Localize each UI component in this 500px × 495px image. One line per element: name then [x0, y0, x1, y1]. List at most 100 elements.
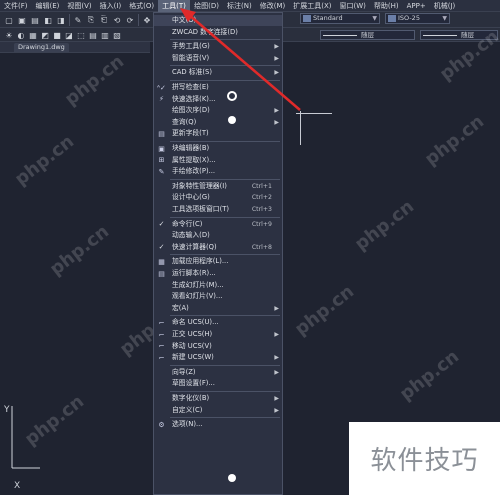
tools-menu-item[interactable]: CAD 标准(S) ▶ — [154, 67, 282, 78]
toolbar-button-icon[interactable]: ✎ — [73, 15, 83, 25]
chevron-down-icon: ▼ — [372, 15, 377, 22]
ucs-ortho-icon: ⌐ — [158, 330, 165, 339]
menu-item[interactable]: 格式(O) — [125, 0, 158, 12]
tools-menu-item[interactable]: ⌐ 正交 UCS(H) ▶ — [154, 329, 282, 340]
toolbar-button-icon[interactable]: ▢ — [4, 15, 14, 25]
layer-toolbar-button-icon[interactable]: ▥ — [100, 30, 110, 40]
tools-menu-item[interactable]: 工具选项板窗口(T) Ctrl+3 — [154, 204, 282, 215]
menu-bar: 文件(F) 编辑(E) 视图(V) 插入(I) 格式(O) 工具(T) 绘图(D) 标注(N)… — [0, 0, 500, 12]
tools-menu-item[interactable]: ✓ 命令行(C) Ctrl+9 — [154, 219, 282, 230]
toolbar-button-icon[interactable]: ⟳ — [125, 15, 135, 25]
layer-toolbar-button-icon[interactable]: ◐ — [16, 30, 26, 40]
tools-menu-item[interactable]: ⌐ 命名 UCS(U)... — [154, 317, 282, 328]
tools-menu-item[interactable]: ✓ 快速计算器(Q) Ctrl+8 — [154, 242, 282, 253]
toolbar-button-icon[interactable]: ✥ — [142, 15, 152, 25]
attribute-extract-icon: ⊞ — [158, 156, 165, 165]
tools-menu-item-label: 拼写检查(E) — [172, 83, 209, 91]
tools-menu-item-shortcut: Ctrl+2 — [251, 194, 272, 202]
menu-item[interactable]: 工具(T) — [158, 0, 191, 12]
toolbar-button-icon[interactable]: ▣ — [17, 15, 27, 25]
layer-toolbar-button-icon[interactable]: ■ — [52, 30, 62, 40]
file-tab[interactable]: Drawing1.dwg — [14, 43, 69, 52]
submenu-arrow-icon: ▶ — [274, 354, 279, 362]
menu-item[interactable]: 标注(N) — [223, 0, 256, 12]
menu-separator — [170, 417, 280, 419]
tools-menu-item[interactable]: ⊞ 属性提取(X)... — [154, 155, 282, 166]
menu-separator — [170, 80, 280, 81]
menu-separator — [170, 141, 280, 142]
tools-menu-item[interactable]: 生成幻灯片(M)... — [154, 280, 282, 291]
linetype-combo[interactable]: 随层 — [320, 30, 415, 40]
toolbar-button-icon[interactable]: ⟲ — [112, 15, 122, 25]
ucs-move-icon: ⌐ — [158, 342, 165, 351]
tools-menu-item-label: 运行脚本(R)... — [172, 269, 216, 277]
toolbar-button-icon[interactable]: ⎘ — [86, 15, 96, 25]
tools-menu-item[interactable]: ⚡ 快速选择(K)... — [154, 94, 282, 105]
layer-toolbar-button-icon[interactable]: ▦ — [28, 30, 38, 40]
tools-menu-item[interactable]: 宏(A) ▶ — [154, 303, 282, 314]
tools-menu-item-label: 工具选项板窗口(T) — [172, 205, 230, 213]
tools-menu-item[interactable]: ▤ 更新字段(T) — [154, 128, 282, 139]
layer-toolbar-button-icon[interactable]: ☀ — [4, 30, 14, 40]
tools-menu-item[interactable]: 动态输入(D) — [154, 230, 282, 241]
linetype-preview — [323, 34, 357, 36]
tools-menu-item[interactable]: ▦ 加载应用程序(L)... — [154, 256, 282, 267]
tools-menu-item-shortcut: Ctrl+8 — [251, 243, 272, 251]
text-style-combo[interactable]: Standard ▼ — [300, 13, 380, 24]
tools-menu-item[interactable]: 手势工具(G) ▶ — [154, 41, 282, 52]
tools-menu-item[interactable]: 草图设置(F)... — [154, 378, 282, 389]
menu-item[interactable]: 扩展工具(X) — [289, 0, 335, 12]
layer-toolbar-button-icon[interactable]: ▤ — [88, 30, 98, 40]
tools-menu-item-label: 加载应用程序(L)... — [172, 257, 229, 266]
menu-separator — [170, 254, 280, 256]
menu-item[interactable]: APP+ — [403, 0, 430, 12]
menu-item[interactable]: 视图(V) — [63, 0, 95, 12]
tools-menu-item[interactable]: 向导(Z) ▶ — [154, 367, 282, 378]
menu-item[interactable]: 窗口(W) — [336, 0, 370, 12]
layer-toolbar-button-icon[interactable]: ⬚ — [76, 30, 86, 40]
tools-menu-item[interactable]: 设计中心(G) Ctrl+2 — [154, 192, 282, 203]
tools-menu-item[interactable]: 对象特性管理器(I) Ctrl+1 — [154, 181, 282, 192]
menu-item[interactable]: 修改(M) — [256, 0, 290, 12]
layer-toolbar-button-icon[interactable]: ▧ — [112, 30, 122, 40]
tools-menu-item[interactable]: 绘图次序(D) ▶ — [154, 105, 282, 116]
crosshair-vertical — [300, 111, 301, 145]
tools-menu-item[interactable]: ⚙ 选项(N)... — [154, 419, 282, 430]
menu-item[interactable]: 机械(J) — [430, 0, 460, 12]
brand-logo: 软件技巧 — [349, 422, 500, 495]
toolbar-button-icon[interactable]: ◨ — [56, 15, 66, 25]
tools-menu-item[interactable]: 自定义(C) ▶ — [154, 405, 282, 416]
sketch-icon: ✎ — [158, 167, 165, 176]
tools-menu-item[interactable]: ▤ 运行脚本(R)... — [154, 268, 282, 279]
lineweight-preview — [423, 34, 457, 36]
tools-menu-item[interactable]: ᴬ✓ 拼写检查(E) — [154, 82, 282, 93]
tools-menu-item[interactable]: 数字化仪(B) ▶ — [154, 393, 282, 404]
submenu-arrow-icon: ▶ — [274, 107, 279, 115]
layer-toolbar-button-icon[interactable]: ◪ — [64, 30, 74, 40]
tools-menu-item[interactable]: 观看幻灯片(V)... — [154, 291, 282, 302]
tools-menu-item-label: 命令行(C) — [172, 219, 203, 228]
menu-item[interactable]: 帮助(H) — [370, 0, 403, 12]
menu-item[interactable]: 插入(I) — [96, 0, 126, 12]
menu-item[interactable]: 绘图(D) — [190, 0, 223, 12]
menu-separator — [170, 65, 280, 67]
tools-menu-item-label: 查询(Q) — [172, 117, 197, 126]
tools-menu-item[interactable]: ZWCAD 数字连接(D) — [154, 27, 282, 38]
submenu-arrow-icon: ▶ — [274, 406, 279, 414]
menu-item[interactable]: 编辑(E) — [32, 0, 64, 12]
toolbar-button-icon[interactable]: ◧ — [43, 15, 53, 25]
tools-menu-item[interactable]: 查询(Q) ▶ — [154, 117, 282, 128]
tools-menu-item[interactable]: ✎ 手绘修改(P)... — [154, 166, 282, 177]
tools-menu-item[interactable]: ⌐ 新建 UCS(W) ▶ — [154, 352, 282, 363]
dim-style-combo[interactable]: ISO-25 ▼ — [385, 13, 450, 24]
toolbar-button-icon[interactable]: ⎗ — [99, 15, 109, 25]
tools-menu-item-label: 移动 UCS(V) — [172, 341, 212, 350]
tools-menu-item[interactable]: 智能语音(V) ▶ — [154, 53, 282, 64]
tools-menu-item[interactable]: 中文(O) — [154, 15, 282, 26]
toolbar-button-icon[interactable]: ▤ — [30, 15, 40, 25]
menu-item[interactable]: 文件(F) — [0, 0, 32, 12]
tools-menu-item[interactable]: ▣ 块编辑器(B) — [154, 143, 282, 154]
layer-toolbar-button-icon[interactable]: ◩ — [40, 30, 50, 40]
tools-menu-item[interactable]: ⌐ 移动 UCS(V) — [154, 341, 282, 352]
options-icon: ⚙ — [158, 420, 165, 429]
